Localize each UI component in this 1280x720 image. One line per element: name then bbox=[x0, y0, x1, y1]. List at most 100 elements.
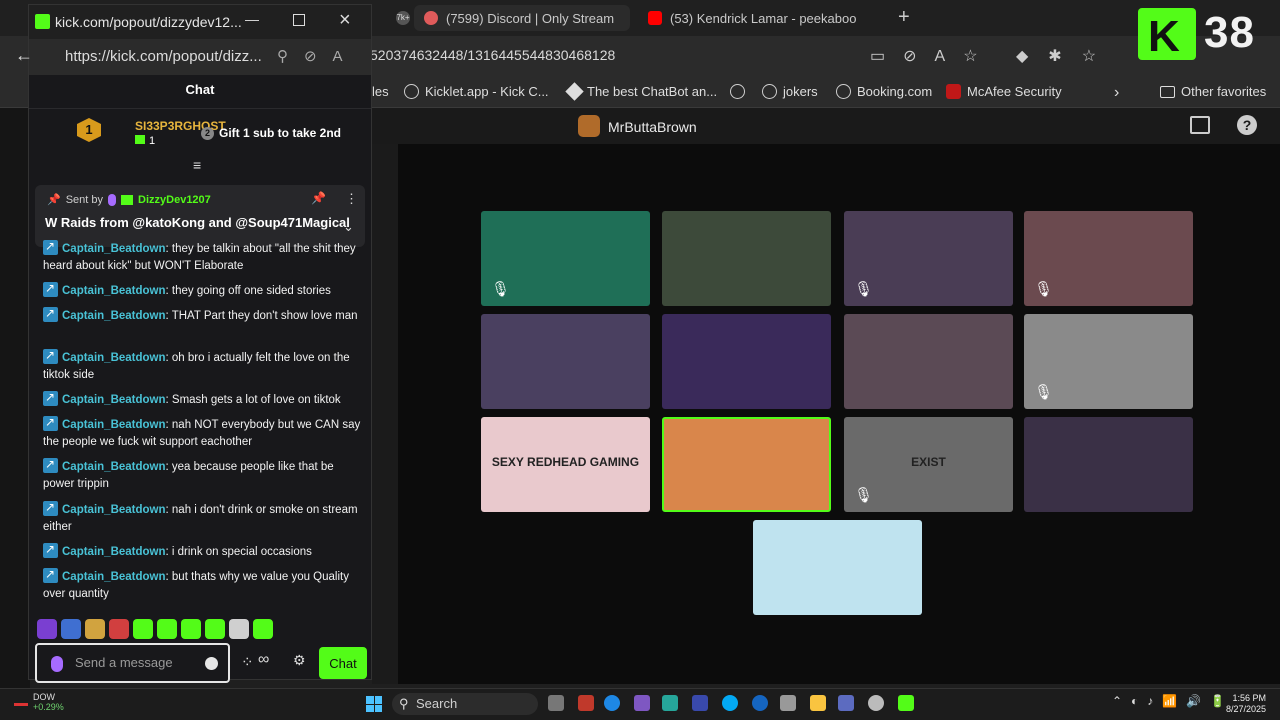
background-url[interactable]: 520374632448/1316445544830468128 bbox=[370, 47, 615, 63]
participant-tile[interactable]: 🎙 bbox=[1024, 314, 1193, 409]
popout-url[interactable]: https://kick.com/popout/dizz... bbox=[65, 48, 262, 65]
windows-start-icon[interactable] bbox=[366, 696, 382, 712]
participant-tile[interactable]: 🎙 bbox=[1024, 211, 1193, 306]
chat-username[interactable]: Captain_Beatdown bbox=[62, 546, 166, 558]
bookmark-item[interactable]: The best ChatBot an... bbox=[565, 82, 717, 101]
pinned-user[interactable]: DizzyDev1207 bbox=[138, 194, 211, 206]
app-icon[interactable] bbox=[722, 695, 738, 711]
emote-icon[interactable] bbox=[37, 619, 57, 639]
chat-username[interactable]: Captain_Beatdown bbox=[62, 419, 166, 431]
taskbar-clock[interactable]: 1:56 PM 8/27/2025 bbox=[1226, 693, 1266, 715]
emote-icon[interactable] bbox=[157, 619, 177, 639]
pin-icon: 📌 bbox=[47, 194, 61, 206]
emote-icon[interactable] bbox=[133, 619, 153, 639]
other-favorites[interactable]: Other favorites bbox=[1160, 84, 1266, 99]
globe-icon bbox=[836, 84, 851, 99]
bookmark-item[interactable]: les bbox=[372, 84, 389, 99]
gift-icon bbox=[135, 135, 145, 144]
app-icon[interactable] bbox=[662, 695, 678, 711]
participant-tile[interactable] bbox=[662, 314, 831, 409]
chat-username[interactable]: Captain_Beatdown bbox=[62, 243, 166, 255]
emote-icon[interactable] bbox=[229, 619, 249, 639]
chat-username[interactable]: Captain_Beatdown bbox=[62, 352, 166, 364]
chat-input-box[interactable] bbox=[35, 643, 230, 683]
participant-tile[interactable] bbox=[481, 314, 650, 409]
emoji-icon[interactable] bbox=[205, 657, 218, 670]
more-options-icon[interactable]: ⋮ bbox=[345, 191, 358, 207]
participant-tile[interactable] bbox=[1024, 417, 1193, 512]
back-arrow-icon[interactable]: ← bbox=[15, 45, 33, 66]
bookmark-item[interactable]: jokers bbox=[762, 84, 818, 99]
zoom-icon[interactable] bbox=[752, 695, 768, 711]
store-icon[interactable] bbox=[780, 695, 796, 711]
chat-username[interactable]: Captain_Beatdown bbox=[62, 571, 166, 583]
mic-icon[interactable] bbox=[51, 656, 63, 672]
app-icon[interactable] bbox=[692, 695, 708, 711]
chat-username[interactable]: Captain_Beatdown bbox=[62, 285, 166, 297]
viewer-count: 38 bbox=[1204, 8, 1255, 57]
participant-tile[interactable]: SEXY REDHEAD GAMING bbox=[481, 417, 650, 512]
gift-sub-prompt[interactable]: 2 Gift 1 sub to take 2nd bbox=[201, 126, 341, 140]
taskbar-search[interactable]: Search bbox=[392, 693, 538, 715]
folder-icon[interactable] bbox=[810, 695, 826, 711]
emote-icon[interactable] bbox=[181, 619, 201, 639]
chat-username[interactable]: Captain_Beatdown bbox=[62, 394, 166, 406]
tab-youtube[interactable]: (53) Kendrick Lamar - peekaboo bbox=[638, 5, 888, 31]
participant-tile[interactable]: 🎙 bbox=[844, 211, 1013, 306]
collapse-menu-icon[interactable]: ≡ bbox=[193, 157, 201, 173]
participant-tile[interactable]: EXIST 🎙 bbox=[844, 417, 1013, 512]
chat-text: : Smash gets a lot of love on tiktok bbox=[165, 394, 341, 406]
pin-toggle-icon[interactable]: 📌 bbox=[311, 191, 326, 205]
participant-tile[interactable] bbox=[753, 520, 922, 615]
emote-picker-icon[interactable]: ⁘ bbox=[241, 653, 254, 671]
close-icon[interactable]: × bbox=[339, 9, 351, 32]
raider-badge-icon bbox=[43, 499, 58, 516]
bookmark-item[interactable]: Booking.com bbox=[836, 84, 932, 99]
emote-icon[interactable] bbox=[253, 619, 273, 639]
gear-icon[interactable]: ⚙ bbox=[293, 652, 306, 669]
emote-icon[interactable] bbox=[109, 619, 129, 639]
bookmark-item[interactable] bbox=[730, 84, 745, 99]
participant-tile[interactable] bbox=[662, 417, 831, 512]
bookmark-item[interactable]: Kicklet.app - Kick C... bbox=[404, 84, 549, 99]
edge-icon[interactable] bbox=[604, 695, 620, 711]
copilot-icon[interactable] bbox=[634, 695, 650, 711]
infinity-icon[interactable]: ∞ bbox=[258, 651, 269, 669]
raider-badge-icon bbox=[43, 566, 58, 583]
participant-tile[interactable] bbox=[844, 314, 1013, 409]
chevron-down-icon[interactable]: ⌄ bbox=[343, 219, 354, 235]
extension-icons[interactable]: ◆✱☆ bbox=[1016, 46, 1116, 66]
participant-tile[interactable] bbox=[662, 211, 831, 306]
system-tray-icons[interactable]: ⌃◐♪📶🔊🔋 bbox=[1112, 694, 1234, 708]
tab-discord[interactable]: (7599) Discord | Only Stream bbox=[414, 5, 630, 31]
popout-address-icons[interactable]: ⚲⊘A bbox=[277, 47, 359, 65]
address-bar-icons[interactable]: ▭⊘A☆ bbox=[870, 46, 996, 66]
task-view-icon[interactable] bbox=[548, 695, 564, 711]
teams-icon[interactable] bbox=[838, 695, 854, 711]
emote-icon[interactable] bbox=[85, 619, 105, 639]
mcafee-taskbar-icon[interactable] bbox=[578, 695, 594, 711]
kick-taskbar-icon[interactable] bbox=[898, 695, 914, 711]
minimize-icon[interactable]: — bbox=[245, 11, 259, 27]
new-tab-icon[interactable]: + bbox=[898, 6, 910, 29]
screen-share-icon[interactable] bbox=[1190, 116, 1210, 134]
bookmark-item[interactable]: McAfee Security bbox=[946, 84, 1062, 99]
chat-username[interactable]: Captain_Beatdown bbox=[62, 461, 166, 473]
bookmarks-more-chevron-icon[interactable]: › bbox=[1114, 84, 1119, 102]
settings-icon[interactable] bbox=[868, 695, 884, 711]
chat-message-input[interactable] bbox=[75, 655, 195, 670]
emote-icon[interactable] bbox=[61, 619, 81, 639]
chat-username[interactable]: Captain_Beatdown bbox=[62, 504, 166, 516]
help-icon[interactable]: ? bbox=[1237, 115, 1257, 135]
participant-tile[interactable]: 🎙 bbox=[481, 211, 650, 306]
send-chat-button[interactable]: Chat bbox=[319, 647, 367, 679]
streamer-name[interactable]: MrButtaBrown bbox=[608, 119, 697, 135]
raider-badge-icon bbox=[43, 347, 58, 364]
stock-ticker[interactable]: DOW +0.29% bbox=[33, 692, 64, 712]
tab-label: (53) Kendrick Lamar - peekaboo bbox=[670, 10, 857, 26]
stream-header bbox=[372, 108, 1280, 144]
chat-username[interactable]: Captain_Beatdown bbox=[62, 310, 166, 322]
emote-icon[interactable] bbox=[205, 619, 225, 639]
maximize-icon[interactable] bbox=[293, 14, 305, 26]
streamer-avatar[interactable] bbox=[578, 115, 600, 137]
